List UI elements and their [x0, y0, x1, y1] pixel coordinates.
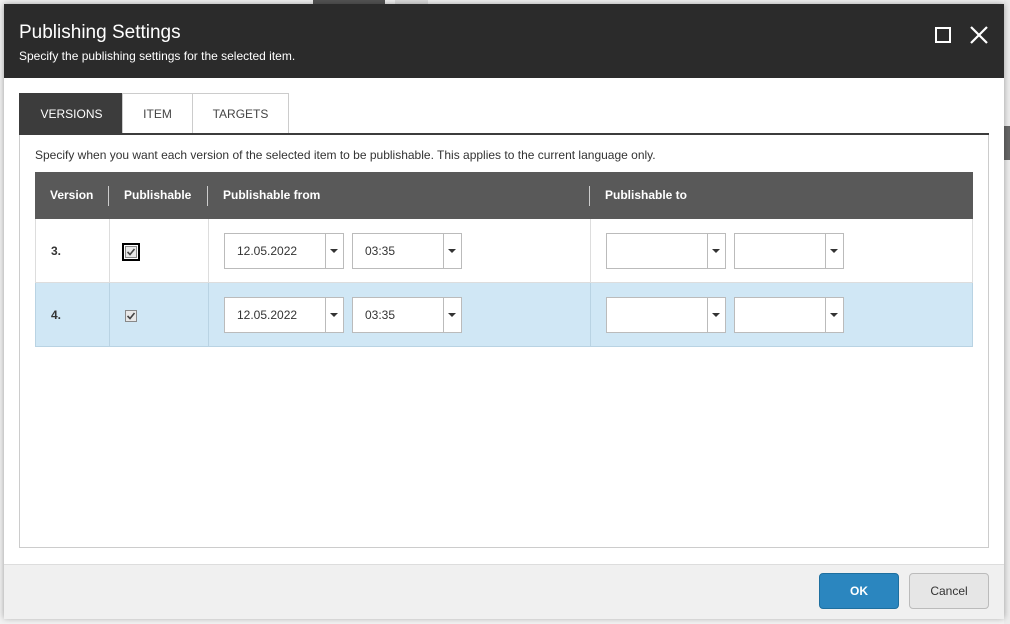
- publishable-to-date-picker[interactable]: [606, 297, 726, 333]
- version-number: 3.: [51, 244, 62, 258]
- grid-header: Version Publishable Publishable from Pub…: [35, 172, 973, 219]
- table-row[interactable]: 3. 12.05.2022 03:35: [35, 219, 973, 283]
- tab-versions[interactable]: VERSIONS: [19, 93, 124, 134]
- chevron-down-icon: [330, 249, 338, 253]
- chevron-down-icon: [830, 249, 838, 253]
- publishable-to-date-picker[interactable]: [606, 233, 726, 269]
- publishable-from-date-picker[interactable]: 12.05.2022: [224, 233, 344, 269]
- close-icon[interactable]: [968, 24, 990, 46]
- background-scroll-thumb: [1004, 126, 1010, 160]
- chevron-down-icon: [448, 313, 456, 317]
- combo-divider: [325, 298, 326, 332]
- version-number: 4.: [51, 308, 62, 322]
- dialog-title: Publishing Settings: [19, 22, 181, 43]
- from-time-value: 03:35: [365, 308, 396, 322]
- cell-divider: [590, 283, 591, 347]
- combo-divider: [825, 234, 826, 268]
- from-time-value: 03:35: [365, 244, 396, 258]
- cancel-button[interactable]: Cancel: [909, 573, 989, 609]
- publishable-checkbox[interactable]: [122, 243, 140, 261]
- column-header-publishable-from[interactable]: Publishable from: [223, 172, 320, 219]
- column-header-version[interactable]: Version: [50, 172, 93, 219]
- combo-divider: [825, 298, 826, 332]
- publishable-from-time-picker[interactable]: 03:35: [352, 233, 462, 269]
- cell-divider: [208, 219, 209, 283]
- chevron-down-icon: [712, 313, 720, 317]
- publishable-from-time-picker[interactable]: 03:35: [352, 297, 462, 333]
- chevron-down-icon: [448, 249, 456, 253]
- column-divider: [207, 186, 208, 206]
- versions-panel: Specify when you want each version of th…: [19, 135, 989, 548]
- cell-divider: [590, 219, 591, 283]
- dialog-subtitle: Specify the publishing settings for the …: [19, 49, 296, 63]
- dialog-title-bar: Publishing Settings Specify the publishi…: [4, 4, 1004, 78]
- cell-divider: [208, 283, 209, 347]
- versions-hint: Specify when you want each version of th…: [35, 148, 656, 162]
- column-header-publishable-to[interactable]: Publishable to: [605, 172, 687, 219]
- maximize-icon[interactable]: [934, 26, 951, 43]
- cell-divider: [109, 283, 110, 347]
- column-divider: [589, 186, 590, 206]
- publishing-settings-dialog: Publishing Settings Specify the publishi…: [4, 4, 1004, 619]
- dialog-footer: OK Cancel: [4, 564, 1004, 619]
- ok-button[interactable]: OK: [819, 573, 899, 609]
- tab-targets[interactable]: TARGETS: [192, 93, 289, 134]
- from-date-value: 12.05.2022: [237, 308, 298, 322]
- combo-divider: [443, 234, 444, 268]
- combo-divider: [707, 298, 708, 332]
- chevron-down-icon: [830, 313, 838, 317]
- chevron-down-icon: [712, 249, 720, 253]
- tab-item[interactable]: ITEM: [122, 93, 193, 134]
- combo-divider: [443, 298, 444, 332]
- publishable-to-time-picker[interactable]: [734, 233, 844, 269]
- column-header-publishable[interactable]: Publishable: [124, 172, 191, 219]
- background-scroll-track: [1004, 0, 1010, 624]
- combo-divider: [325, 234, 326, 268]
- publishable-checkbox[interactable]: [125, 310, 137, 322]
- table-row[interactable]: 4. 12.05.2022 03:35: [35, 283, 973, 347]
- chevron-down-icon: [330, 313, 338, 317]
- publishable-to-time-picker[interactable]: [734, 297, 844, 333]
- from-date-value: 12.05.2022: [237, 244, 298, 258]
- cell-divider: [109, 219, 110, 283]
- column-divider: [108, 186, 109, 206]
- combo-divider: [707, 234, 708, 268]
- publishable-from-date-picker[interactable]: 12.05.2022: [224, 297, 344, 333]
